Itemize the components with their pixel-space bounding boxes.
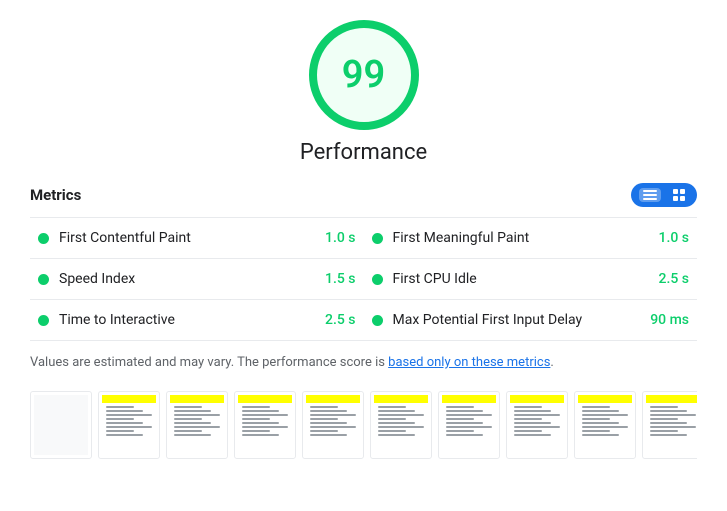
- filmstrip-frame[interactable]: [234, 391, 296, 459]
- score-value: 99: [342, 53, 385, 97]
- metrics-grid: First Contentful Paint1.0 sFirst Meaning…: [30, 217, 697, 341]
- metric-value: 90 ms: [650, 312, 689, 328]
- metric-name: First Meaningful Paint: [393, 230, 651, 246]
- metric-row: Time to Interactive 2.5 s: [30, 300, 364, 341]
- metric-name: First Contentful Paint: [59, 230, 317, 246]
- metrics-header: Metrics: [30, 183, 697, 207]
- metric-dot: [372, 233, 383, 244]
- filmstrip-frame[interactable]: [574, 391, 636, 459]
- score-circle: 99: [309, 20, 419, 130]
- metric-name: Time to Interactive: [59, 312, 317, 328]
- filmstrip-frame[interactable]: [506, 391, 568, 459]
- metric-dot: [372, 274, 383, 285]
- metric-value: 1.0 s: [659, 230, 690, 246]
- metrics-title: Metrics: [30, 186, 81, 204]
- filmstrip-frame[interactable]: [642, 391, 697, 459]
- filmstrip-frame[interactable]: [98, 391, 160, 459]
- filmstrip-frame[interactable]: [370, 391, 432, 459]
- list-view-icon: [643, 190, 657, 200]
- footer-note: Values are estimated and may vary. The p…: [30, 353, 697, 373]
- metric-name: Speed Index: [59, 271, 317, 287]
- score-label: Performance: [300, 140, 427, 165]
- view-toggle: [631, 183, 697, 207]
- metric-dot: [38, 233, 49, 244]
- list-view-button[interactable]: [639, 188, 661, 202]
- metric-row: First Meaningful Paint 1.0 s: [364, 218, 698, 259]
- footer-text-after: .: [550, 355, 553, 370]
- filmstrip: [30, 387, 697, 463]
- filmstrip-frame[interactable]: [166, 391, 228, 459]
- grid-view-button[interactable]: [669, 187, 689, 203]
- metric-value: 2.5 s: [325, 312, 356, 328]
- metric-value: 1.0 s: [325, 230, 356, 246]
- grid-view-icon: [673, 189, 685, 201]
- metric-row: Max Potential First Input Delay 90 ms: [364, 300, 698, 341]
- metric-row: First Contentful Paint 1.0 s: [30, 218, 364, 259]
- footer-text-before: Values are estimated and may vary. The p…: [30, 355, 388, 370]
- filmstrip-frame[interactable]: [30, 391, 92, 459]
- metric-dot: [38, 315, 49, 326]
- filmstrip-frame[interactable]: [302, 391, 364, 459]
- metric-row: Speed Index 1.5 s: [30, 259, 364, 300]
- metric-value: 2.5 s: [659, 271, 690, 287]
- footer-link[interactable]: based only on these metrics: [388, 355, 550, 370]
- metric-row: First CPU Idle 2.5 s: [364, 259, 698, 300]
- metric-dot: [38, 274, 49, 285]
- score-section: 99 Performance: [30, 20, 697, 165]
- metric-value: 1.5 s: [325, 271, 356, 287]
- filmstrip-frame[interactable]: [438, 391, 500, 459]
- metric-dot: [372, 315, 383, 326]
- metric-name: First CPU Idle: [393, 271, 651, 287]
- metric-name: Max Potential First Input Delay: [393, 312, 643, 328]
